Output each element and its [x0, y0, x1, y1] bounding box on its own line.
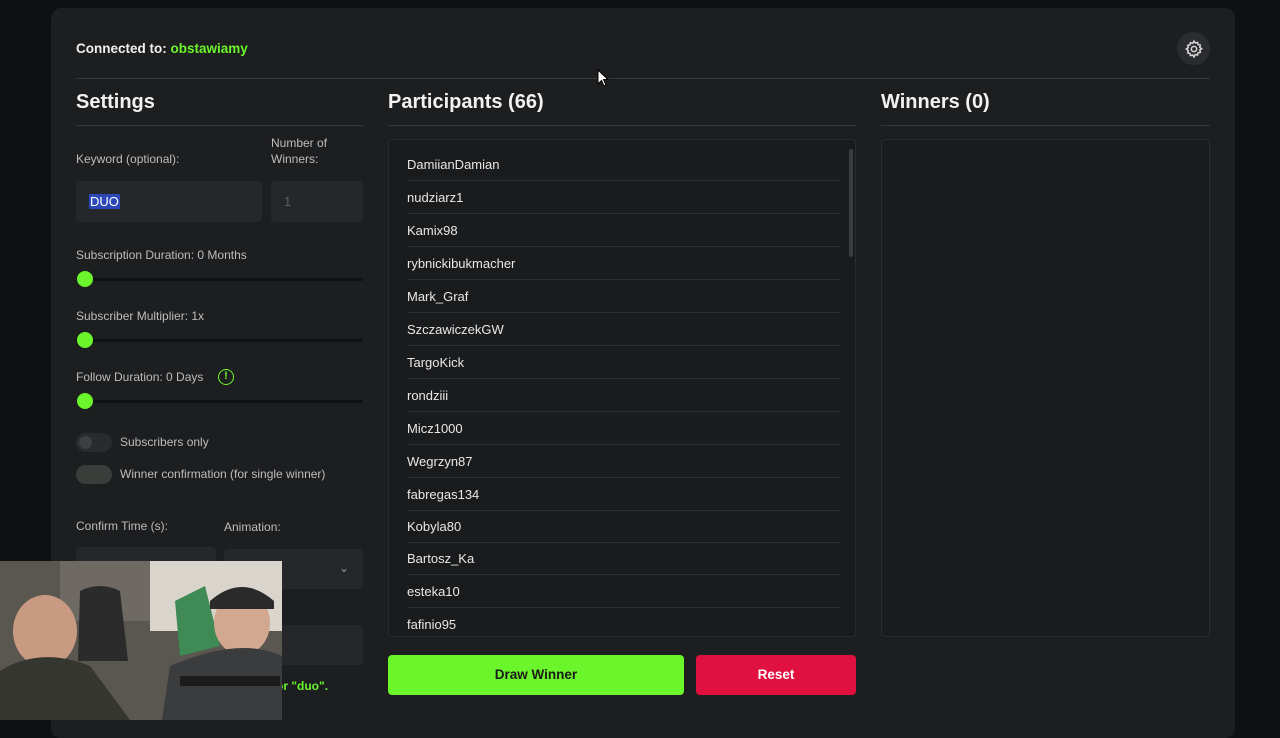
participants-scrollbar[interactable]: [849, 149, 853, 257]
settings-divider: [76, 125, 363, 126]
sub-multiplier-label: Subscriber Multiplier: 1x: [76, 309, 205, 323]
keyword-label: Keyword (optional):: [76, 152, 180, 166]
keyword-hint: or "duo".: [276, 679, 329, 693]
sub-duration-label: Subscription Duration: 0 Months: [76, 248, 247, 262]
participant-row: esteka10: [407, 575, 840, 608]
winners-divider: [881, 125, 1210, 126]
winners-count-label-line2: Winners:: [271, 152, 319, 166]
participant-row: Wegrzyn87: [407, 445, 840, 478]
sub-multiplier-slider-handle[interactable]: [77, 332, 93, 348]
header-divider: [76, 78, 1210, 79]
participant-row: Mark_Graf: [407, 280, 840, 313]
sub-duration-slider[interactable]: [76, 278, 363, 281]
winner-confirmation-label: Winner confirmation (for single winner): [120, 467, 326, 481]
webcam-overlay: [0, 561, 282, 720]
participant-row: TargoKick: [407, 346, 840, 379]
participant-row: SzczawiczekGW: [407, 313, 840, 346]
settings-title: Settings: [76, 91, 155, 113]
keyword-input[interactable]: DUO: [76, 181, 262, 222]
participant-row: Kobyla80: [407, 510, 840, 543]
follow-duration-label: Follow Duration: 0 Days: [76, 370, 204, 384]
follow-duration-slider-handle[interactable]: [77, 393, 93, 409]
winners-count-value: 1: [284, 194, 292, 209]
participants-list[interactable]: DamiianDamian nudziarz1 Kamix98 rybnicki…: [388, 139, 856, 637]
chevron-down-icon: ⌄: [338, 561, 349, 575]
participant-row: rondziii: [407, 379, 840, 412]
confirm-time-label: Confirm Time (s):: [76, 519, 169, 533]
participant-row: fabregas134: [407, 478, 840, 511]
participant-row: Micz1000: [407, 412, 840, 445]
reset-button[interactable]: Reset: [696, 655, 856, 695]
participant-row: Bartosz_Ka: [407, 542, 840, 575]
toggle-knob: [79, 436, 92, 449]
subscribers-only-label: Subscribers only: [120, 435, 209, 449]
follow-duration-slider[interactable]: [76, 400, 363, 403]
animation-label: Animation:: [224, 520, 281, 534]
participant-row: DamiianDamian: [407, 148, 840, 181]
draw-winner-button[interactable]: Draw Winner: [388, 655, 684, 695]
settings-button[interactable]: [1177, 32, 1210, 65]
participant-row: rybnickibukmacher: [407, 247, 840, 280]
participants-divider: [388, 125, 856, 126]
participant-row: Kamix98: [407, 214, 840, 247]
mouse-cursor: [597, 68, 610, 92]
sub-duration-slider-handle[interactable]: [77, 271, 93, 287]
keyword-value: DUO: [89, 194, 120, 209]
sub-multiplier-slider[interactable]: [76, 339, 363, 342]
participant-row: nudziarz1: [407, 181, 840, 214]
webcam-image: [0, 561, 282, 720]
participant-row: fafinio95: [407, 608, 840, 636]
cursor-icon: [597, 68, 610, 87]
info-icon[interactable]: !: [218, 369, 234, 385]
connected-label: Connected to:: [76, 41, 167, 56]
participants-title: Participants (66): [388, 91, 544, 113]
winners-count-input[interactable]: 1: [271, 181, 363, 222]
winner-confirmation-toggle[interactable]: [76, 465, 112, 484]
winners-count-label-line1: Number of: [271, 136, 328, 150]
winners-title: Winners (0): [881, 91, 990, 113]
winners-list: [881, 139, 1210, 637]
channel-name: obstawiamy: [170, 41, 248, 56]
connection-status: Connected to: obstawiamy: [76, 41, 248, 56]
gear-icon: [1184, 39, 1203, 58]
subscribers-only-toggle[interactable]: [76, 433, 112, 452]
